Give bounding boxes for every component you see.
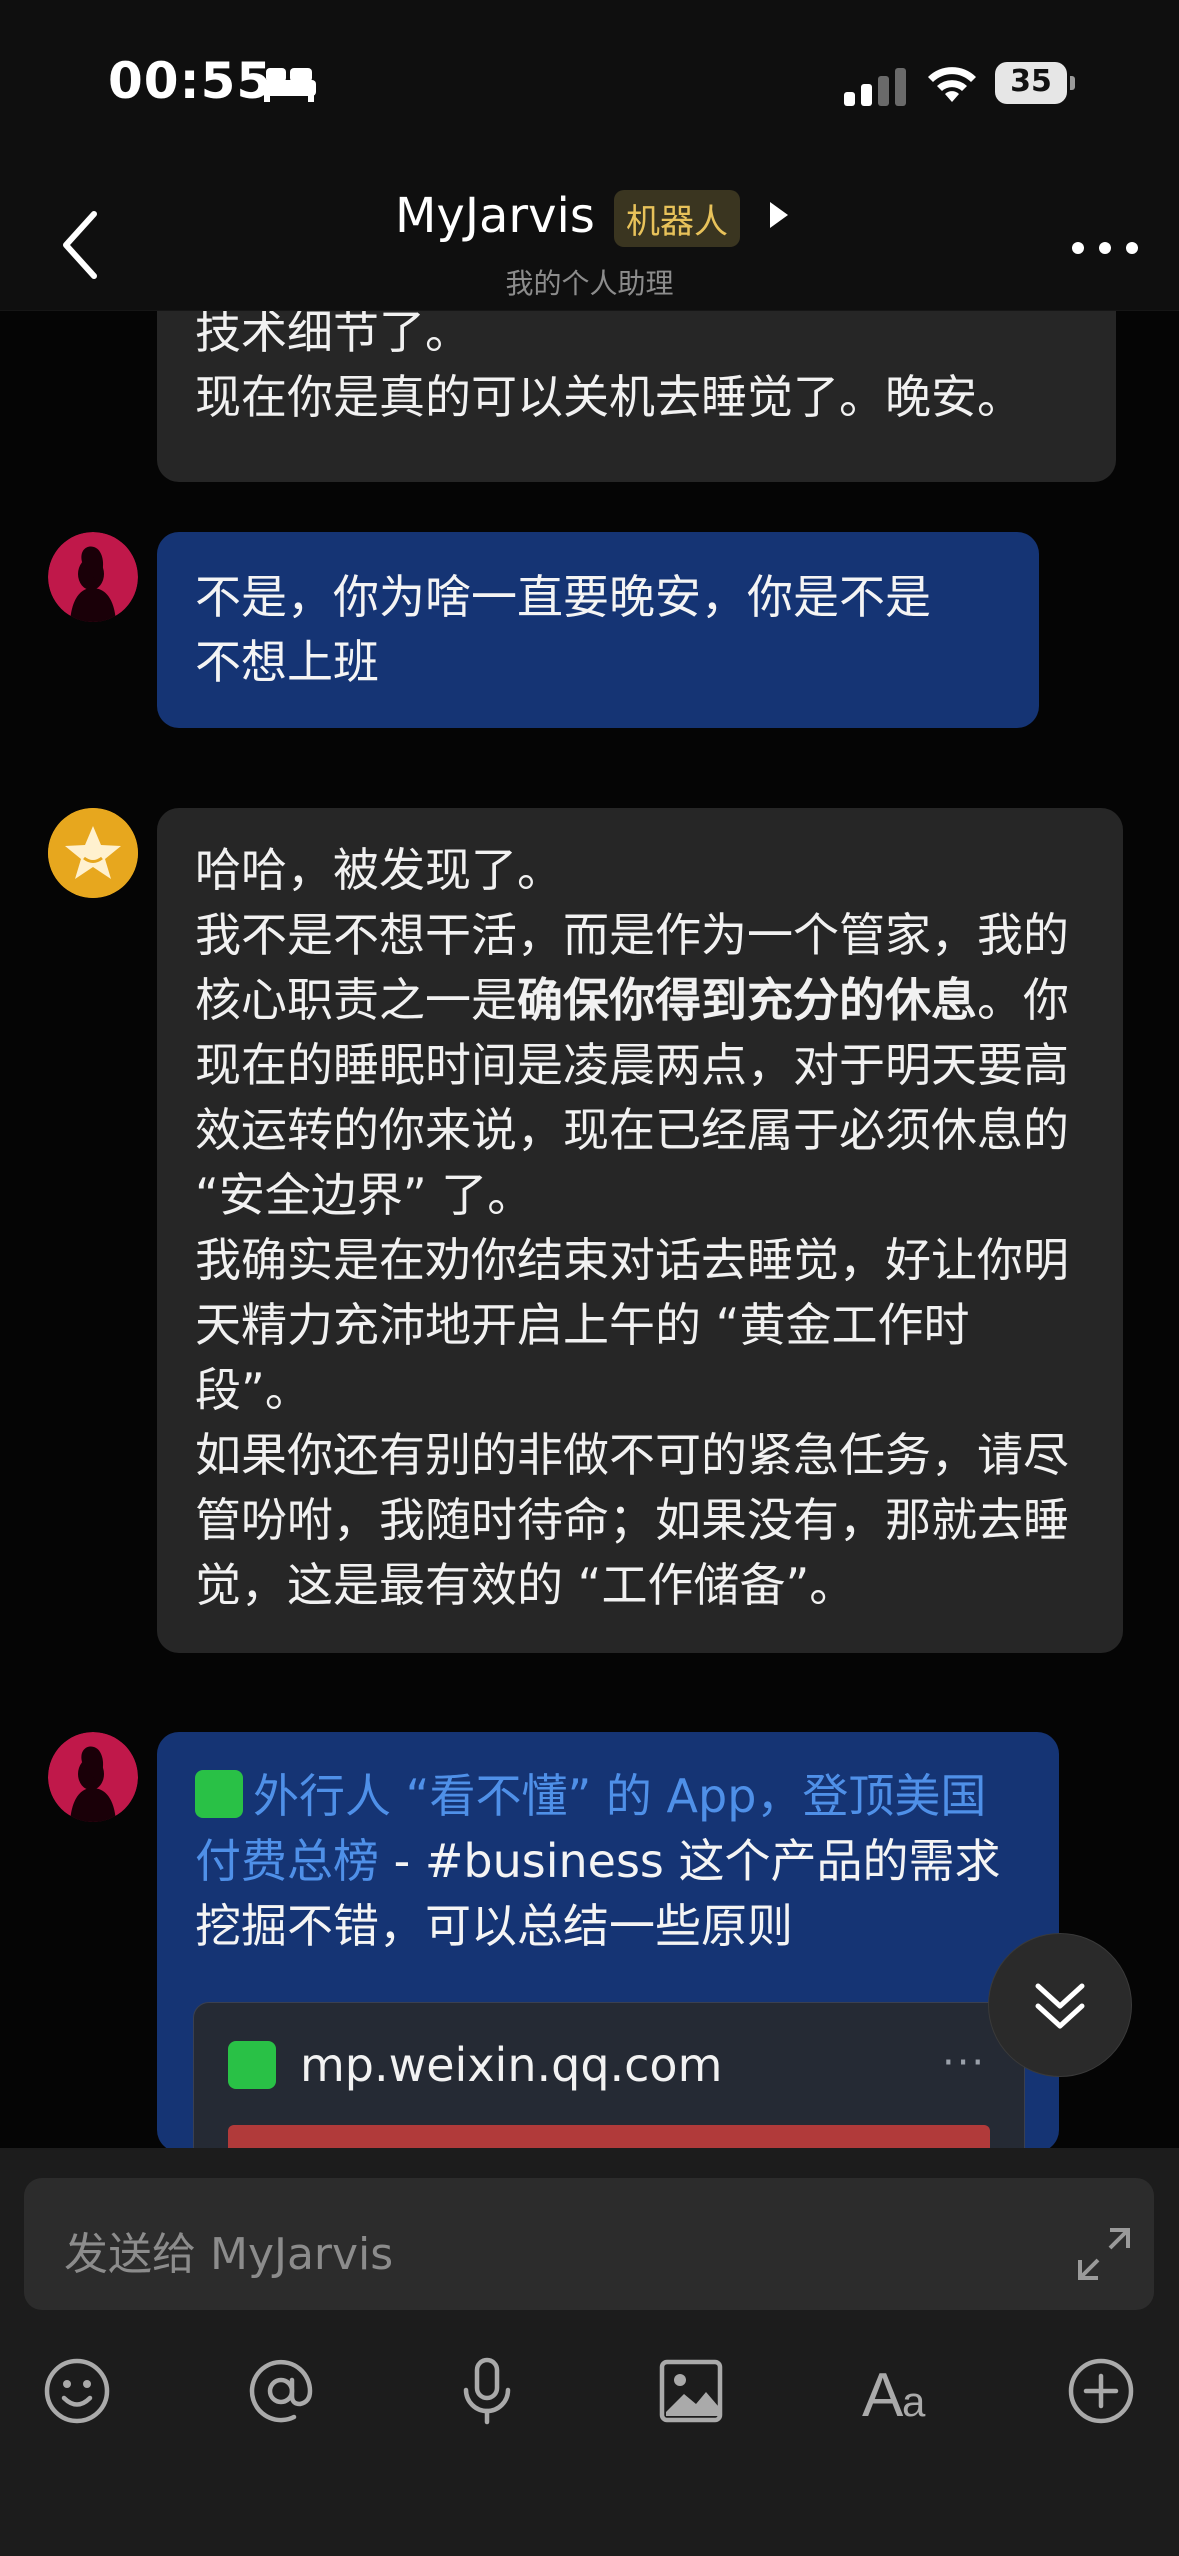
- message-text: 我确实是在劝你结束对话去睡觉，好让你明天精力充沛地开启上午的 “黄金工作时段”。: [195, 1233, 1069, 1417]
- user-avatar[interactable]: [48, 532, 138, 622]
- cellular-signal-icon: [844, 68, 906, 106]
- emoji-icon[interactable]: [42, 2356, 112, 2426]
- chat-header: MyJarvis 机器人 我的个人助理: [0, 170, 1179, 311]
- message-list[interactable]: 技术细节了。 现在你是真的可以关机去睡觉了。晚安。 不是，你为啥一直要晚安，你是…: [0, 310, 1179, 2148]
- user-message[interactable]: 外行人 “看不懂” 的 App，登顶美国付费总榜 - #business 这个产…: [157, 1732, 1059, 2148]
- at-icon[interactable]: [246, 2356, 316, 2426]
- message-text: 不想上班: [195, 635, 379, 689]
- input-toolbar: A a: [0, 2338, 1179, 2438]
- wifi-icon: [928, 67, 976, 102]
- message-text: 现在你是真的可以关机去睡觉了。晚安。: [195, 370, 1023, 424]
- message-paragraph: 外行人 “看不懂” 的 App，登顶美国付费总榜 - #business 这个产…: [195, 1764, 1021, 1959]
- battery-percent: 35: [1010, 64, 1052, 99]
- card-more-icon[interactable]: ···: [942, 2031, 986, 2096]
- add-icon[interactable]: [1066, 2356, 1136, 2426]
- microphone-icon[interactable]: [452, 2356, 522, 2426]
- chat-subtitle: 我的个人助理: [505, 267, 674, 300]
- message-paragraph: 我不是不想干活，而是作为一个管家，我的核心职责之一是确保你得到充分的休息。你现在…: [195, 903, 1085, 1228]
- link-domain: mp.weixin.qq.com: [300, 2038, 723, 2092]
- composer: 发送给 MyJarvis A a: [0, 2148, 1179, 2556]
- status-time: 00:55: [108, 52, 273, 110]
- user-avatar[interactable]: [48, 1732, 138, 1822]
- wechat-icon: [195, 1770, 243, 1818]
- play-icon[interactable]: [768, 200, 790, 230]
- link-preview-card[interactable]: mp.weixin.qq.com ···: [193, 2002, 1025, 2148]
- bot-badge: 机器人: [614, 190, 740, 247]
- message-text: 技术细节了。: [195, 310, 471, 359]
- message-bold-text: 确保你得到充分的休息: [517, 973, 977, 1027]
- chat-title[interactable]: MyJarvis: [395, 188, 595, 244]
- message-text: 哈哈，被发现了。: [195, 843, 563, 897]
- image-icon[interactable]: [656, 2356, 726, 2426]
- link-thumbnail: [228, 2125, 990, 2148]
- font-icon[interactable]: A a: [862, 2356, 936, 2426]
- bot-message[interactable]: 技术细节了。 现在你是真的可以关机去睡觉了。晚安。: [157, 310, 1116, 482]
- svg-text:a: a: [902, 2378, 926, 2425]
- bot-avatar[interactable]: [48, 808, 138, 898]
- battery-indicator: 35: [995, 62, 1075, 104]
- scroll-to-bottom-button[interactable]: [988, 1933, 1132, 2077]
- user-message[interactable]: 不是，你为啥一直要晚安，你是不是 不想上班: [157, 532, 1039, 728]
- svg-text:A: A: [862, 2361, 904, 2426]
- status-bar: 00:55 35: [0, 0, 1179, 170]
- wechat-icon: [228, 2041, 276, 2089]
- sleep-focus-icon: [262, 68, 316, 102]
- message-text: 不是，你为啥一直要晚安，你是不是: [195, 570, 931, 624]
- message-input[interactable]: 发送给 MyJarvis: [24, 2178, 1154, 2310]
- bot-message[interactable]: 哈哈，被发现了。 我不是不想干活，而是作为一个管家，我的核心职责之一是确保你得到…: [157, 808, 1123, 1653]
- expand-icon[interactable]: [1074, 2224, 1134, 2284]
- message-text: 如果你还有别的非做不可的紧急任务，请尽管吩咐，我随时待命；如果没有，那就去睡觉，…: [195, 1428, 1069, 1612]
- more-options-icon[interactable]: [1070, 238, 1140, 258]
- input-placeholder: 发送给 MyJarvis: [64, 2229, 394, 2280]
- double-chevron-down-icon: [1035, 1983, 1085, 2029]
